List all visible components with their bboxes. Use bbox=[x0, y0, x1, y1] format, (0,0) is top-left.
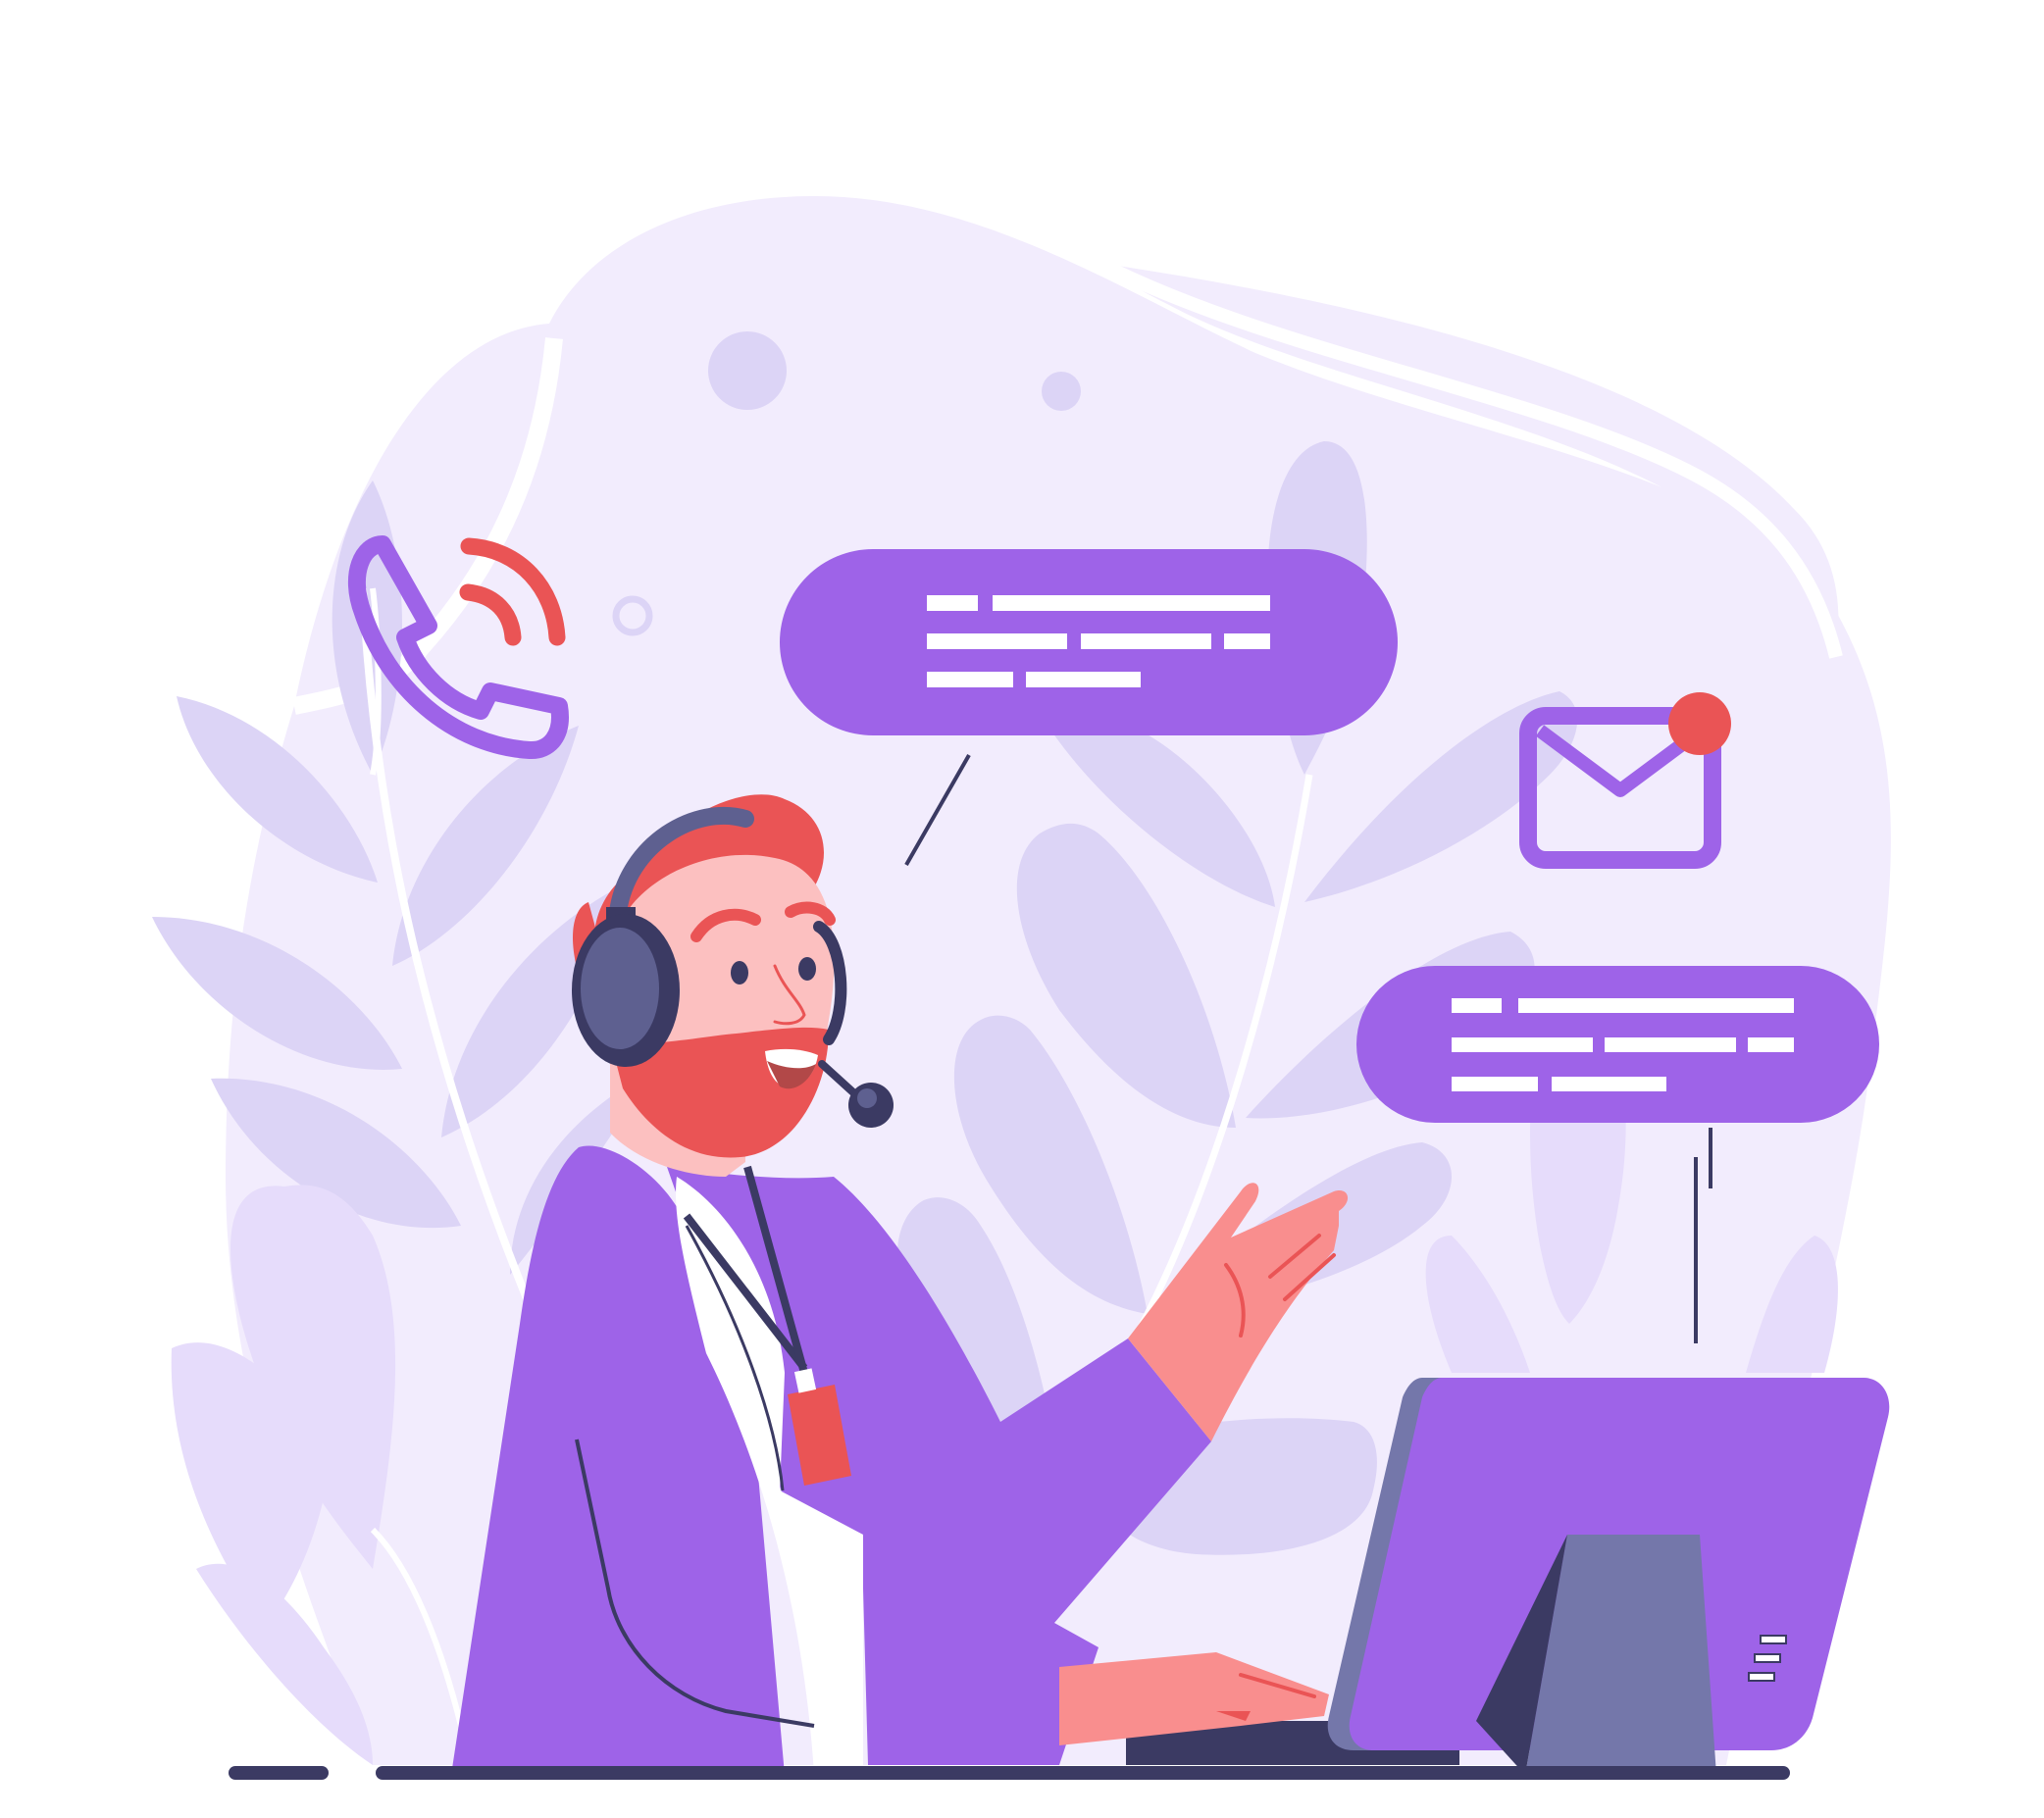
illustration-canvas bbox=[152, 196, 1891, 1780]
support-agent-illustration bbox=[0, 0, 2044, 1818]
